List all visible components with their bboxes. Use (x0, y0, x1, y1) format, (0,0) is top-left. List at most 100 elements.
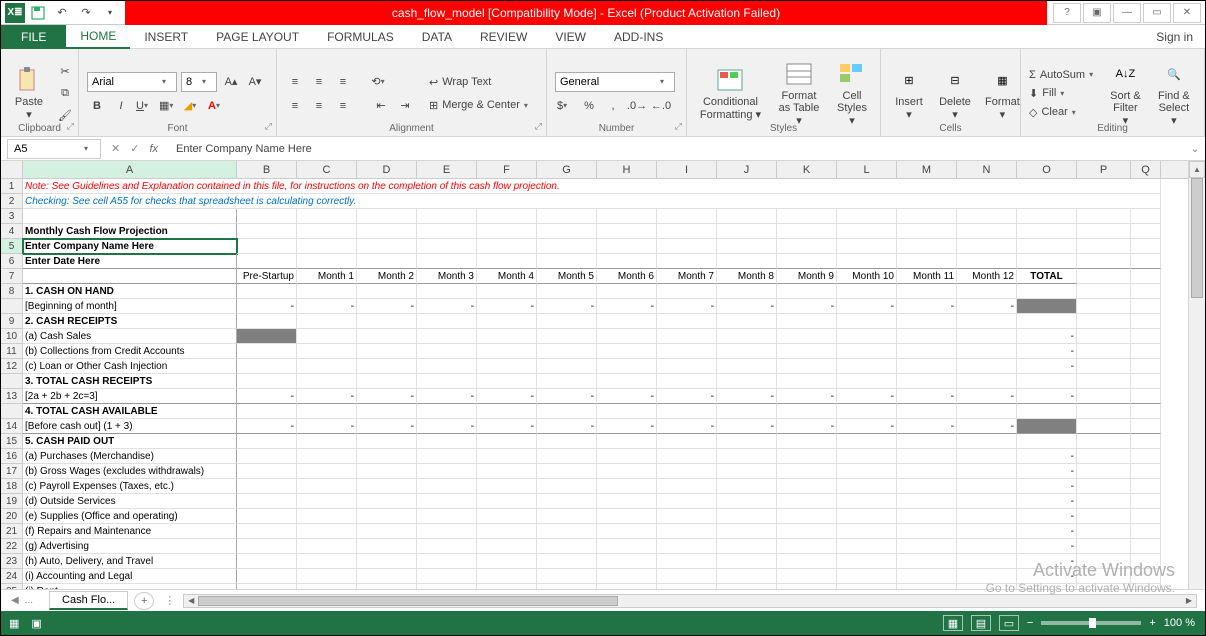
cell[interactable] (657, 554, 717, 569)
cell[interactable] (477, 374, 537, 389)
cell[interactable] (417, 509, 477, 524)
cell[interactable]: - (777, 419, 837, 434)
cell[interactable] (597, 254, 657, 269)
cell[interactable] (1131, 464, 1161, 479)
cell[interactable] (957, 509, 1017, 524)
cell[interactable] (657, 224, 717, 239)
ribbon-display-icon[interactable]: ▣ (1083, 3, 1111, 23)
cell[interactable] (717, 254, 777, 269)
cell[interactable]: Month 1 (297, 269, 357, 284)
select-all-corner[interactable] (1, 161, 23, 178)
cell[interactable] (477, 209, 537, 224)
cell[interactable] (777, 344, 837, 359)
clear-button[interactable]: ◇ Clear ▾ (1029, 104, 1099, 121)
font-size-combo[interactable]: 8▾ (181, 72, 217, 92)
cell[interactable] (837, 239, 897, 254)
cell[interactable] (1077, 284, 1131, 299)
cell[interactable]: 2. CASH RECEIPTS (23, 314, 237, 329)
cell[interactable] (1077, 359, 1131, 374)
cell[interactable]: - (417, 299, 477, 314)
sheet-nav-prev-icon[interactable]: ◀ (11, 595, 19, 606)
cell[interactable]: Note: See Guidelines and Explanation con… (23, 179, 1161, 194)
cell[interactable] (1077, 239, 1131, 254)
cell[interactable] (957, 569, 1017, 584)
cell[interactable]: - (957, 299, 1017, 314)
sheet-nav-more-icon[interactable]: ... (25, 595, 33, 606)
cell[interactable] (477, 314, 537, 329)
cell[interactable] (1077, 494, 1131, 509)
cell[interactable]: - (417, 389, 477, 404)
cell[interactable] (477, 524, 537, 539)
align-top-icon[interactable]: ≡ (285, 72, 305, 92)
cell[interactable] (417, 284, 477, 299)
cell[interactable] (417, 329, 477, 344)
cell[interactable]: - (537, 419, 597, 434)
cell[interactable] (897, 434, 957, 449)
cell[interactable] (237, 464, 297, 479)
cell[interactable] (297, 434, 357, 449)
autosum-button[interactable]: Σ AutoSum ▾ (1029, 67, 1099, 83)
cell[interactable]: Month 3 (417, 269, 477, 284)
cell[interactable]: - (1017, 569, 1077, 584)
cell[interactable] (837, 539, 897, 554)
cell[interactable] (837, 449, 897, 464)
cell[interactable] (717, 284, 777, 299)
cell[interactable] (597, 374, 657, 389)
copy-icon[interactable]: ⧉ (55, 84, 75, 104)
tab-insert[interactable]: INSERT (130, 25, 202, 49)
cell[interactable] (237, 359, 297, 374)
cell[interactable] (777, 449, 837, 464)
cell[interactable] (477, 239, 537, 254)
cell[interactable] (357, 329, 417, 344)
percent-format-icon[interactable]: % (579, 96, 599, 116)
cell[interactable] (597, 524, 657, 539)
cell[interactable] (537, 374, 597, 389)
bold-button[interactable]: B (87, 96, 107, 116)
cell[interactable] (357, 209, 417, 224)
row-header[interactable]: 1 (1, 179, 23, 194)
cell[interactable]: - (477, 389, 537, 404)
cell[interactable] (477, 494, 537, 509)
cell[interactable]: (i) Accounting and Legal (23, 569, 237, 584)
cell[interactable]: - (297, 419, 357, 434)
cell[interactable] (597, 314, 657, 329)
cell[interactable] (597, 209, 657, 224)
col-header-M[interactable]: M (897, 161, 957, 178)
cell[interactable] (477, 284, 537, 299)
cell[interactable] (897, 404, 957, 419)
conditional-formatting-button[interactable]: Conditional Formatting ▾ (695, 53, 766, 134)
cell[interactable] (417, 239, 477, 254)
merge-center-button[interactable]: ⊞ Merge & Center ▾ (429, 97, 534, 114)
cell[interactable] (537, 479, 597, 494)
cell[interactable]: - (417, 419, 477, 434)
enter-formula-icon[interactable]: ✓ (130, 142, 139, 155)
cell[interactable] (1131, 509, 1161, 524)
cell[interactable] (777, 284, 837, 299)
cell[interactable] (1131, 329, 1161, 344)
cell[interactable] (777, 464, 837, 479)
row-header[interactable]: 6 (1, 254, 23, 269)
cell[interactable] (657, 524, 717, 539)
cell[interactable]: - (297, 299, 357, 314)
cell[interactable] (957, 479, 1017, 494)
find-select-button[interactable]: 🔍Find & Select ▾ (1152, 53, 1196, 134)
row-header[interactable]: 19 (1, 494, 23, 509)
cell[interactable]: Enter Company Name Here (23, 239, 237, 254)
cell[interactable] (1131, 524, 1161, 539)
cell[interactable] (597, 449, 657, 464)
cell[interactable]: Month 4 (477, 269, 537, 284)
cell[interactable] (1077, 404, 1131, 419)
cell[interactable] (657, 569, 717, 584)
cell[interactable] (957, 464, 1017, 479)
font-launcher-icon[interactable]: ⤢ (265, 121, 272, 132)
format-cells-button[interactable]: ▦Format▾ (981, 53, 1024, 134)
cell[interactable] (537, 494, 597, 509)
cell[interactable]: Checking: See cell A55 for checks that s… (23, 194, 1161, 209)
maximize-icon[interactable]: ▭ (1143, 3, 1171, 23)
cell[interactable] (597, 239, 657, 254)
cell[interactable] (537, 524, 597, 539)
macro-record-icon[interactable]: ▣ (31, 617, 41, 630)
cell[interactable]: (c) Loan or Other Cash Injection (23, 359, 237, 374)
cell[interactable] (777, 209, 837, 224)
cell[interactable]: - (717, 389, 777, 404)
